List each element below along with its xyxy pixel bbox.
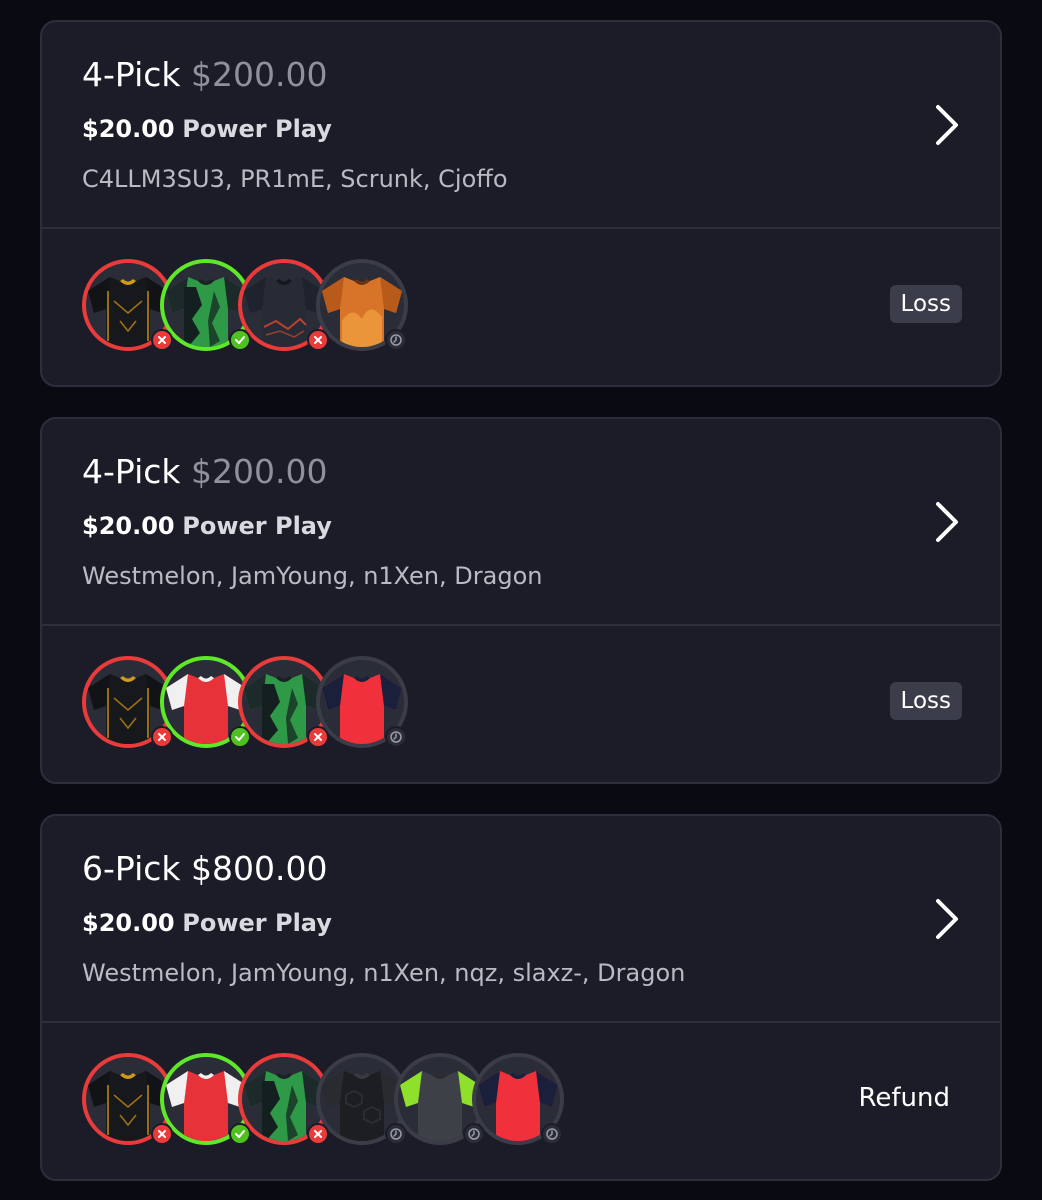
payout-amount: $200.00 [191, 452, 328, 491]
entry-title: 4-Pick $200.00 [82, 52, 327, 98]
x-circle-icon [307, 329, 329, 351]
check-circle-icon [229, 329, 251, 351]
players-list: Westmelon, JamYoung, n1Xen, Dragon [82, 562, 543, 590]
check-circle-icon [229, 1123, 251, 1145]
entry-card-3[interactable]: 6-Pick $800.00 $20.00 Power Play Westmel… [40, 814, 1002, 1181]
status-badge: Loss [889, 285, 962, 323]
clock-icon [463, 1123, 485, 1145]
chevron-right-icon[interactable] [932, 896, 962, 942]
entry-card-1[interactable]: 4-Pick $200.00 $20.00 Power Play C4LLM3S… [40, 20, 1002, 387]
clock-icon [541, 1123, 563, 1145]
status-label: Refund [858, 1083, 950, 1113]
players-list: C4LLM3SU3, PR1mE, Scrunk, Cjoffo [82, 165, 508, 193]
x-circle-icon [307, 1123, 329, 1145]
entry-card-header[interactable]: 6-Pick $800.00 $20.00 Power Play Westmel… [42, 816, 1000, 1023]
x-circle-icon [151, 329, 173, 351]
check-circle-icon [229, 726, 251, 748]
entry-type: Power Play [182, 909, 332, 937]
chevron-right-icon[interactable] [932, 499, 962, 545]
pick-count: 6-Pick [82, 849, 181, 888]
entry-info: $20.00 Power Play [82, 112, 332, 146]
entry-amount: $20.00 [82, 115, 175, 143]
entry-card-footer: Loss [42, 626, 1000, 782]
chevron-right-icon[interactable] [932, 102, 962, 148]
clock-icon [385, 1123, 407, 1145]
x-circle-icon [307, 726, 329, 748]
entry-card-2[interactable]: 4-Pick $200.00 $20.00 Power Play Westmel… [40, 417, 1002, 784]
entries-page: 4-Pick $200.00 $20.00 Power Play C4LLM3S… [0, 0, 1042, 1200]
players-list: Westmelon, JamYoung, n1Xen, nqz, slaxz-,… [82, 959, 686, 987]
status-badge: Loss [889, 682, 962, 720]
entry-amount: $20.00 [82, 909, 175, 937]
entry-title: 6-Pick $800.00 [82, 846, 327, 892]
entry-type: Power Play [182, 115, 332, 143]
entry-title: 4-Pick $200.00 [82, 449, 327, 495]
x-circle-icon [151, 726, 173, 748]
entry-type: Power Play [182, 512, 332, 540]
clock-icon [385, 329, 407, 351]
entry-card-header[interactable]: 4-Pick $200.00 $20.00 Power Play C4LLM3S… [42, 22, 1000, 229]
pick-count: 4-Pick [82, 452, 181, 491]
clock-icon [385, 726, 407, 748]
payout-amount: $800.00 [191, 849, 328, 888]
entry-info: $20.00 Power Play [82, 906, 332, 940]
entry-amount: $20.00 [82, 512, 175, 540]
payout-amount: $200.00 [191, 55, 328, 94]
entry-card-header[interactable]: 4-Pick $200.00 $20.00 Power Play Westmel… [42, 419, 1000, 626]
entry-info: $20.00 Power Play [82, 509, 332, 543]
entry-card-footer: Loss [42, 229, 1000, 385]
entry-card-footer: Refund [42, 1023, 1000, 1179]
pick-count: 4-Pick [82, 55, 181, 94]
x-circle-icon [151, 1123, 173, 1145]
